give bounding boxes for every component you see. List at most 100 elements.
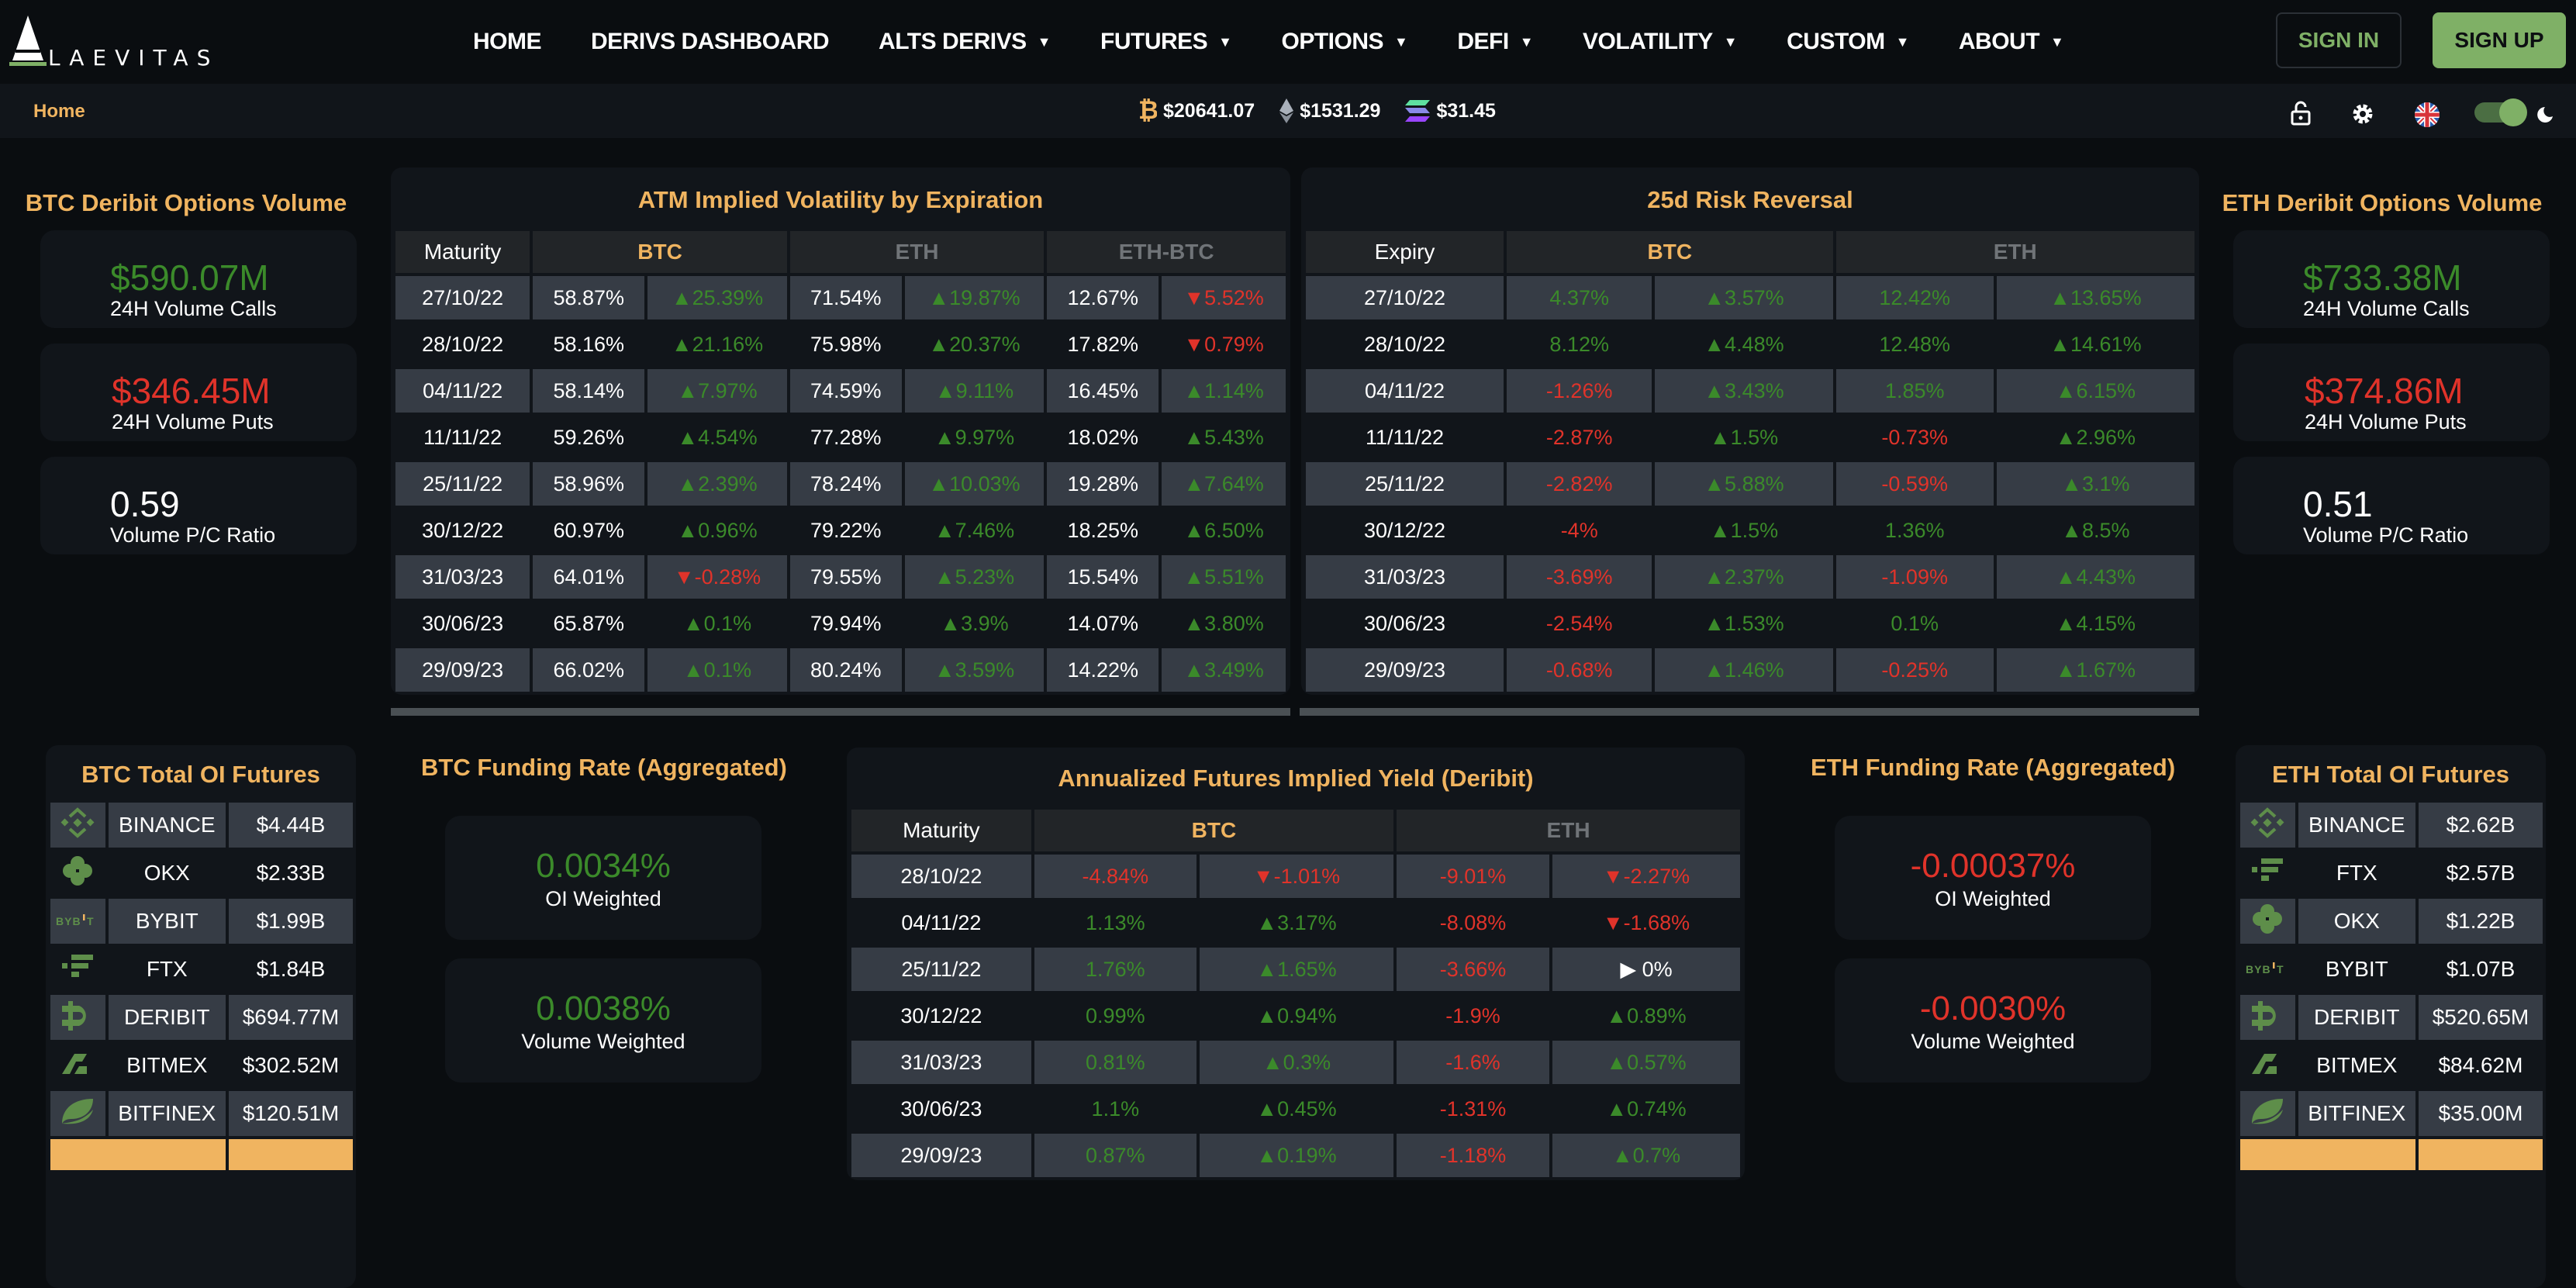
header-expiry[interactable]: Expiry <box>1306 231 1504 273</box>
btc-puts-label: 24H Volume Puts <box>112 410 274 433</box>
caret-down-icon: ▼ <box>1895 33 1910 50</box>
btc-yield-cell: 1.1% <box>1091 1096 1140 1121</box>
btc-pc-ratio-label: Volume P/C Ratio <box>110 523 276 547</box>
ticker-eth[interactable]: $1531.29 <box>1279 98 1380 123</box>
exchange-name-cell: DERIBIT <box>2298 995 2415 1040</box>
nav-item-defi[interactable]: DEFI ▼ <box>1457 29 1533 55</box>
atm-iv-horizontal-scrollbar[interactable] <box>391 708 1290 716</box>
ticker-btc[interactable]: ₿ $20641.07 <box>1138 97 1255 125</box>
unlock-icon[interactable] <box>2291 101 2311 129</box>
eth-puts-label: 24H Volume Puts <box>2305 410 2467 433</box>
svg-text:T: T <box>2277 963 2284 975</box>
nav-item-derivs-dashboard[interactable]: DERIVS DASHBOARD <box>591 29 830 55</box>
nav-item-about[interactable]: ABOUT ▼ <box>1959 29 2064 55</box>
eth-rr-cell: -1.09% <box>1835 555 1994 599</box>
eth-rr-cell: -0.73% <box>1881 425 1948 449</box>
expiry-cell: 11/11/22 <box>1365 425 1445 449</box>
header-eth-btc[interactable]: ETH-BTC <box>1047 231 1286 273</box>
nav-item-volatility[interactable]: VOLATILITY ▼ <box>1583 29 1738 55</box>
header-btc[interactable]: BTC <box>1507 231 1833 273</box>
btc-iv-change-cell: 4.54% <box>647 416 787 459</box>
exchange-oi-value-cell: $1.07B <box>2446 957 2516 981</box>
exchange-logo-cell <box>2240 851 2295 896</box>
ticker-sol[interactable]: $31.45 <box>1405 98 1496 123</box>
btc-yield-change-cell: 1.65% <box>1199 948 1394 991</box>
total-value-cell <box>2418 1139 2543 1170</box>
header-btc[interactable]: BTC <box>533 231 787 273</box>
table-row: 30/06/23 1.1% 0.45% -1.31% 0.74% <box>851 1087 1740 1131</box>
exchange-logo-cell <box>2240 803 2295 848</box>
btc-funding-oi-card: 0.0034% OI Weighted <box>445 816 761 940</box>
ethbtc-iv-change-cell: 7.64% <box>1162 462 1286 506</box>
btc-oi-table: BINANCE $4.44B OKX $2.33B BYB T BYBIT $1.99B FTX… <box>47 799 356 1173</box>
btc-iv-cell: 58.87% <box>533 276 645 319</box>
eth-rr-change-cell: 4.43% <box>1996 555 2194 599</box>
maturity-cell: 30/12/22 <box>422 518 504 542</box>
eth-iv-cell: 71.54% <box>789 276 902 319</box>
btc-iv-cell: 60.97% <box>553 518 625 542</box>
table-row: 30/12/22 0.99% 0.94% -1.9% 0.89% <box>851 994 1740 1038</box>
exchange-logo-cell <box>50 947 105 992</box>
btc-oi-futures-panel: BTC Total OI Futures BINANCE $4.44B OKX $2.… <box>46 745 356 1288</box>
table-row: 28/10/22 58.16% 21.16% 75.98% 20.37% 17.82% 0.… <box>395 323 1286 366</box>
header-btc[interactable]: BTC <box>1034 810 1394 851</box>
nav-item-label: FUTURES <box>1100 29 1208 54</box>
eth-rr-cell: 1.85% <box>1835 369 1994 413</box>
gear-icon[interactable] <box>2351 102 2374 129</box>
btc-iv-cell: 59.26% <box>553 425 625 449</box>
nav-item-custom[interactable]: CUSTOM ▼ <box>1787 29 1909 55</box>
exchange-name-cell: BYBIT <box>2325 957 2388 981</box>
exchange-logo-cell <box>50 995 105 1040</box>
header-eth[interactable]: ETH <box>1397 810 1740 851</box>
eth-calls-value: $733.38M <box>2303 257 2462 298</box>
eth-rr-change-cell: 14.61% <box>1997 323 2194 366</box>
btc-rr-cell: -2.87% <box>1545 425 1613 449</box>
table-row: 25/11/2258.96%2.39%78.24%10.03%19.28%7.6… <box>395 462 1286 506</box>
exchange-oi-value-cell: $694.77M <box>228 995 353 1040</box>
table-row: 25/11/221.76%1.65%-3.66%0% <box>851 948 1740 991</box>
header-maturity[interactable]: Maturity <box>851 810 1031 851</box>
exchange-name-cell: BYBIT <box>108 899 226 944</box>
header-maturity[interactable]: Maturity <box>395 231 530 273</box>
eth-iv-cell: 79.55% <box>789 555 902 599</box>
bybit-icon: BYB T <box>2246 957 2289 981</box>
eth-oi-futures-panel: ETH Total OI Futures BINANCE $2.62B FTX $2.… <box>2236 745 2546 1288</box>
nav-item-label: CUSTOM <box>1787 29 1885 54</box>
eth-calls-card: $733.38M 24H Volume Calls <box>2233 230 2550 328</box>
btc-iv-change-cell: 7.97% <box>647 369 787 413</box>
dark-mode-toggle[interactable] <box>2474 98 2527 126</box>
eth-iv-change-cell: 9.97% <box>905 416 1045 459</box>
btc-rr-change-cell: 5.88% <box>1655 462 1833 506</box>
header-eth[interactable]: ETH <box>1835 231 2194 273</box>
table-row: 29/09/230.87%0.19%-1.18%0.7% <box>851 1134 1740 1177</box>
total-label-cell <box>50 1139 226 1170</box>
exchange-oi-value-cell: $2.33B <box>256 861 326 885</box>
uk-flag-icon[interactable] <box>2415 102 2440 131</box>
sign-in-button[interactable]: SIGN IN <box>2276 12 2402 68</box>
table-row: 31/03/2364.01%-0.28%79.55%5.23%15.54%5.5… <box>395 555 1286 599</box>
maturity-cell: 28/10/22 <box>851 855 1031 898</box>
eth-funding-oi-label: OI Weighted <box>1935 887 2051 910</box>
btc-pc-ratio-value: 0.59 <box>110 484 180 524</box>
laevitas-logo[interactable]: LAEVITAS <box>9 16 234 71</box>
eth-yield-cell: -9.01% <box>1397 855 1549 898</box>
futures-yield-panel: Annualized Futures Implied Yield (Deribi… <box>847 748 1745 1180</box>
nav-item-home[interactable]: HOME <box>473 29 542 55</box>
sign-up-button[interactable]: SIGN UP <box>2433 12 2566 68</box>
table-row: 04/11/22 1.13% 3.17% -8.08% -1.68% <box>851 901 1740 944</box>
risk-reversal-horizontal-scrollbar[interactable] <box>1300 708 2199 716</box>
table-row: 31/03/230.81%0.3%-1.6%0.57% <box>851 1041 1740 1084</box>
btc-funding-title: BTC Funding Rate (Aggregated) <box>421 754 787 781</box>
nav-item-alts-derivs[interactable]: ALTS DERIVS ▼ <box>879 29 1051 55</box>
exchange-oi-value-cell: $4.44B <box>228 803 353 848</box>
eth-funding-volume-label: Volume Weighted <box>1911 1030 2075 1053</box>
eth-yield-change-cell: 0.57% <box>1552 1041 1740 1084</box>
breadcrumb-home[interactable]: Home <box>33 101 85 123</box>
exchange-logo-cell <box>50 803 105 848</box>
ethbtc-iv-cell: 14.22% <box>1047 648 1159 692</box>
nav-item-futures[interactable]: FUTURES ▼ <box>1100 29 1232 55</box>
exchange-row: DERIBIT $694.77M <box>50 995 353 1040</box>
total-row <box>2240 1139 2543 1170</box>
header-eth[interactable]: ETH <box>789 231 1045 273</box>
nav-item-options[interactable]: OPTIONS ▼ <box>1282 29 1408 55</box>
